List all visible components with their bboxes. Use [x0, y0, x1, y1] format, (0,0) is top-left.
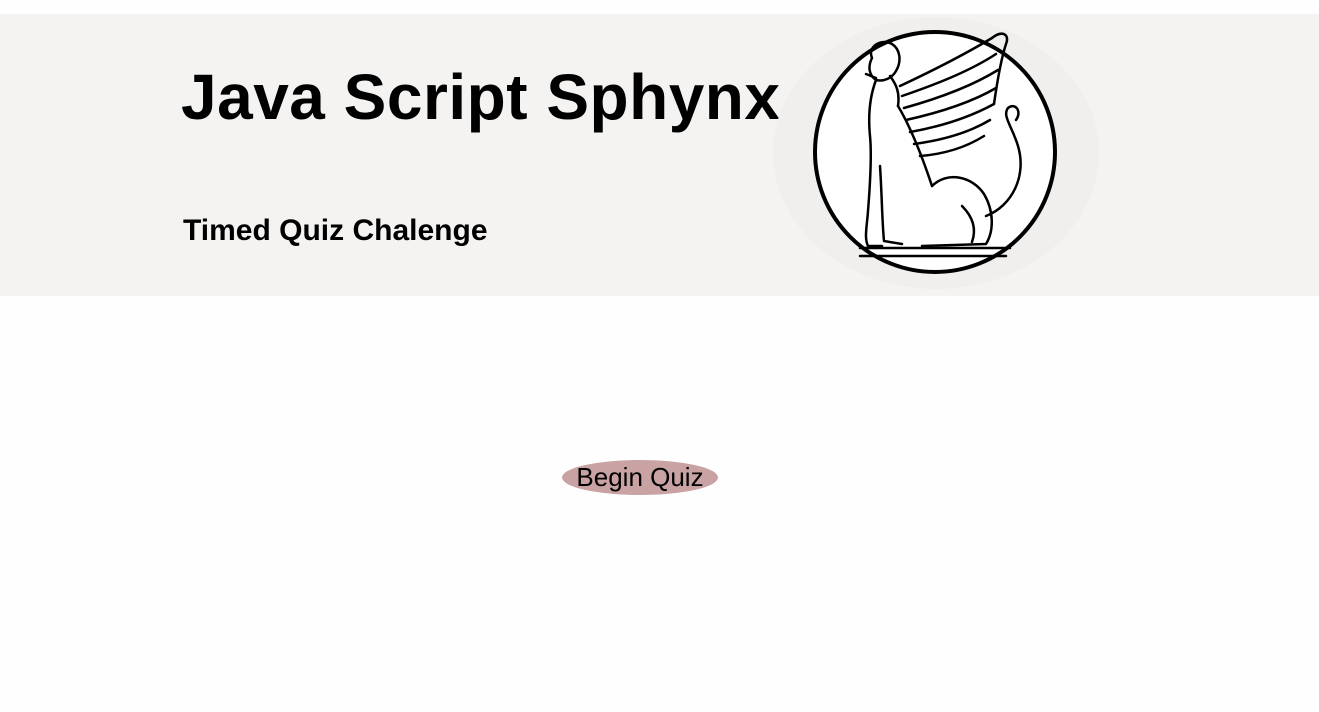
page-subtitle: Timed Quiz Chalenge — [183, 214, 488, 247]
header-banner: Java Script Sphynx Timed Quiz Chalenge — [0, 14, 1319, 296]
page-title: Java Script Sphynx — [181, 61, 781, 133]
sphinx-logo-icon — [773, 17, 1099, 289]
begin-quiz-button[interactable]: Begin Quiz — [562, 460, 718, 495]
